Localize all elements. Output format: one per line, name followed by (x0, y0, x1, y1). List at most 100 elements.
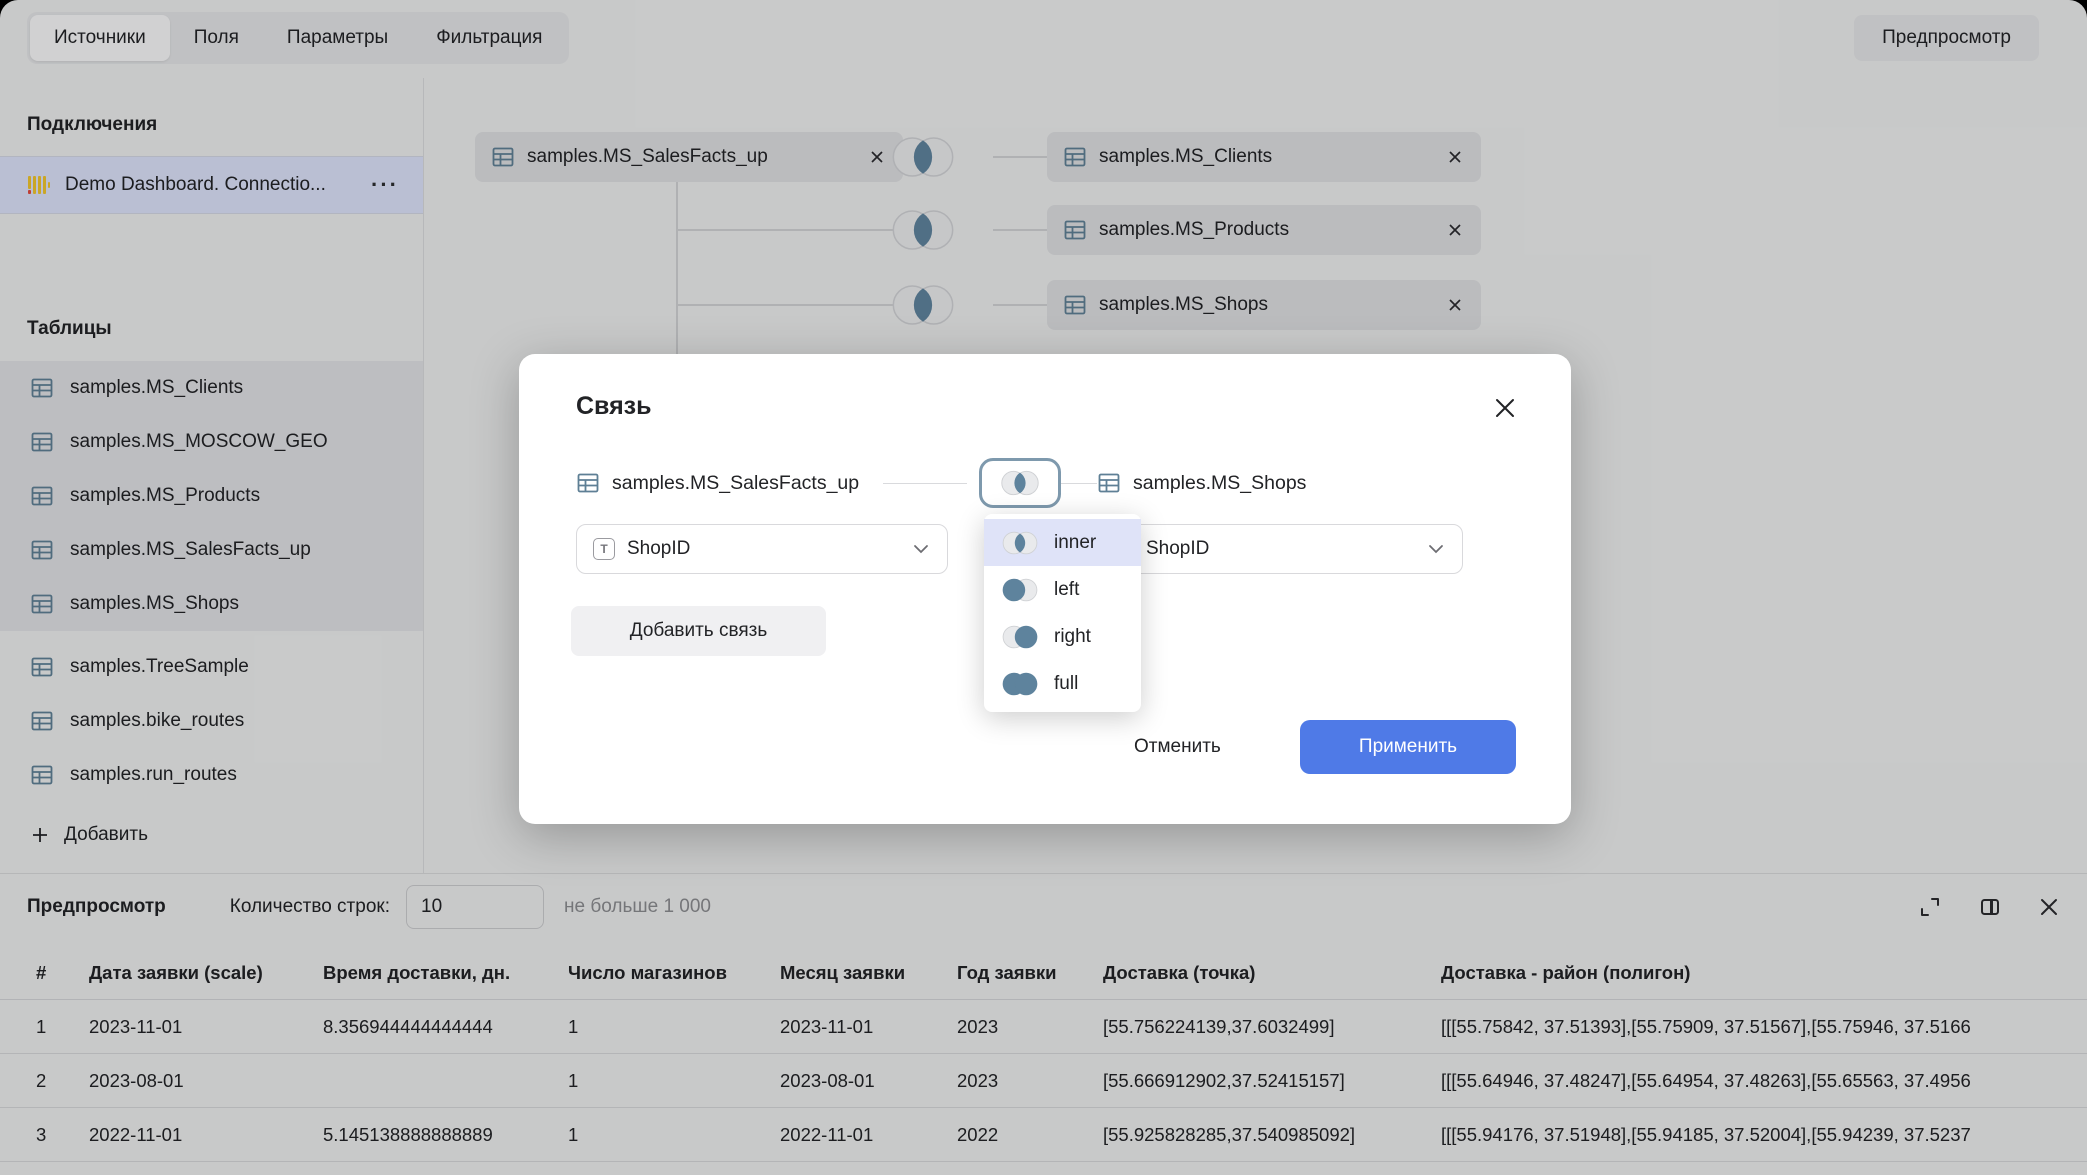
join-full-icon (1000, 671, 1040, 697)
join-option-left[interactable]: left (984, 566, 1141, 613)
row-count-hint: не больше 1 000 (564, 896, 711, 918)
cell: 2022-11-01 (89, 1124, 323, 1146)
join-right-table: samples.MS_Shops (1097, 458, 1306, 508)
sidebar-table-ms-shops[interactable]: samples.MS_Shops (0, 577, 423, 631)
join-icon-products[interactable] (888, 207, 958, 253)
dialog-title: Связь (576, 392, 651, 421)
join-left-table-name: samples.MS_SalesFacts_up (612, 472, 859, 495)
cell: [55.756224139,37.6032499] (1103, 1016, 1441, 1038)
join-line (676, 182, 678, 355)
table-name: samples.MS_Products (70, 485, 260, 507)
row-count-label: Количество строк: (230, 896, 390, 918)
join-type-selector[interactable]: inner left right full (979, 458, 1061, 508)
join-option-full[interactable]: full (984, 660, 1141, 707)
join-option-label: left (1054, 579, 1079, 601)
remove-table-icon[interactable] (869, 149, 885, 165)
left-field-value: ShopID (627, 538, 690, 560)
table-name: samples.MS_MOSCOW_GEO (70, 431, 328, 453)
join-icon-shops[interactable] (888, 282, 958, 328)
col-header: Год заявки (957, 962, 1103, 984)
cell: 2022-11-01 (780, 1124, 957, 1146)
remove-table-icon[interactable] (1447, 149, 1463, 165)
remove-table-icon[interactable] (1447, 222, 1463, 238)
table-icon (576, 471, 600, 495)
join-option-inner[interactable]: inner (984, 519, 1141, 566)
sidebar-table-ms-salesfacts[interactable]: samples.MS_SalesFacts_up (0, 523, 423, 577)
canvas-node-clients[interactable]: samples.MS_Clients (1047, 132, 1481, 182)
cell: [55.925828285,37.540985092] (1103, 1124, 1441, 1146)
sidebar-table-ms-moscow-geo[interactable]: samples.MS_MOSCOW_GEO (0, 415, 423, 469)
node-label: samples.MS_Shops (1099, 294, 1268, 316)
table-icon (30, 592, 54, 616)
cell: 5.145138888888889 (323, 1124, 568, 1146)
table-row: 3 2022-11-01 5.145138888888889 1 2022-11… (0, 1108, 2087, 1162)
row-count-input[interactable] (406, 885, 544, 929)
add-table-button[interactable]: Добавить (0, 808, 423, 862)
table-icon (30, 430, 54, 454)
split-view-icon[interactable] (1978, 895, 2002, 919)
join-left-table: samples.MS_SalesFacts_up (576, 458, 979, 508)
right-field-select[interactable]: T ShopID (1095, 524, 1463, 574)
sidebar-table-run-routes[interactable]: samples.run_routes (0, 748, 423, 802)
tab-fields[interactable]: Поля (170, 15, 263, 61)
join-type-dropdown: inner left right full (984, 514, 1141, 712)
table-icon (30, 763, 54, 787)
expand-preview-icon[interactable] (1918, 895, 1942, 919)
sidebar-table-ms-clients[interactable]: samples.MS_Clients (0, 361, 423, 415)
table-name: samples.MS_SalesFacts_up (70, 539, 311, 561)
string-type-icon: T (593, 538, 615, 560)
tab-filtering[interactable]: Фильтрация (412, 15, 566, 61)
col-header: # (36, 962, 89, 984)
cell: 8.356944444444444 (323, 1016, 568, 1038)
top-bar: Источники Поля Параметры Фильтрация Пред… (0, 0, 2087, 78)
cell: 2022 (957, 1124, 1103, 1146)
sidebar-table-ms-products[interactable]: samples.MS_Products (0, 469, 423, 523)
join-right-table-name: samples.MS_Shops (1133, 472, 1306, 495)
sidebar-table-treesample[interactable]: samples.TreeSample (0, 640, 423, 694)
preview-table: # Дата заявки (scale) Время доставки, дн… (0, 946, 2087, 1162)
table-icon (1063, 293, 1087, 317)
join-line (993, 304, 1047, 306)
remove-table-icon[interactable] (1447, 297, 1463, 313)
join-option-right[interactable]: right (984, 613, 1141, 660)
preview-panel: Предпросмотр Количество строк: не больше… (0, 873, 2087, 1175)
table-row: 2 2023-08-01 1 2023-08-01 2023 [55.66691… (0, 1054, 2087, 1108)
tab-parameters[interactable]: Параметры (263, 15, 412, 61)
join-connector-line (1061, 483, 1097, 484)
cell: 2023-08-01 (89, 1070, 323, 1092)
canvas-node-products[interactable]: samples.MS_Products (1047, 205, 1481, 255)
table-name: samples.TreeSample (70, 656, 249, 678)
table-icon (30, 376, 54, 400)
sidebar-table-bike-routes[interactable]: samples.bike_routes (0, 694, 423, 748)
preview-toggle-button[interactable]: Предпросмотр (1854, 15, 2039, 61)
cell: 2023-11-01 (780, 1016, 957, 1038)
col-header: Доставка (точка) (1103, 962, 1441, 984)
cell: 2023 (957, 1016, 1103, 1038)
join-dialog: Связь samples.MS_SalesFacts_up samples.M… (519, 354, 1571, 824)
apply-button[interactable]: Применить (1300, 720, 1516, 774)
cell: 2 (36, 1070, 89, 1092)
left-field-select[interactable]: T ShopID (576, 524, 948, 574)
dialog-close-icon[interactable] (1491, 394, 1519, 422)
col-header: Дата заявки (scale) (89, 962, 323, 984)
canvas-node-salesfacts[interactable]: samples.MS_SalesFacts_up (475, 132, 903, 182)
tab-sources[interactable]: Источники (30, 15, 170, 61)
cell: 2023 (957, 1070, 1103, 1092)
add-table-label: Добавить (64, 824, 148, 846)
table-row: 1 2023-11-01 8.356944444444444 1 2023-11… (0, 1000, 2087, 1054)
cancel-button[interactable]: Отменить (1114, 722, 1241, 772)
col-header: Доставка - район (полигон) (1441, 962, 2087, 984)
tab-group: Источники Поля Параметры Фильтрация (27, 12, 569, 64)
chevron-down-icon (913, 544, 929, 554)
close-preview-icon[interactable] (2038, 896, 2060, 918)
join-icon-clients[interactable] (888, 134, 958, 180)
cell: 1 (568, 1124, 780, 1146)
add-join-button[interactable]: Добавить связь (571, 606, 826, 656)
canvas-node-shops[interactable]: samples.MS_Shops (1047, 280, 1481, 330)
table-icon (30, 484, 54, 508)
table-icon (1097, 471, 1121, 495)
plus-icon (30, 825, 50, 845)
col-header: Время доставки, дн. (323, 962, 568, 984)
connection-menu-icon[interactable]: ··· (371, 172, 423, 198)
connection-item[interactable]: Demo Dashboard. Connectio... ··· (0, 156, 423, 214)
